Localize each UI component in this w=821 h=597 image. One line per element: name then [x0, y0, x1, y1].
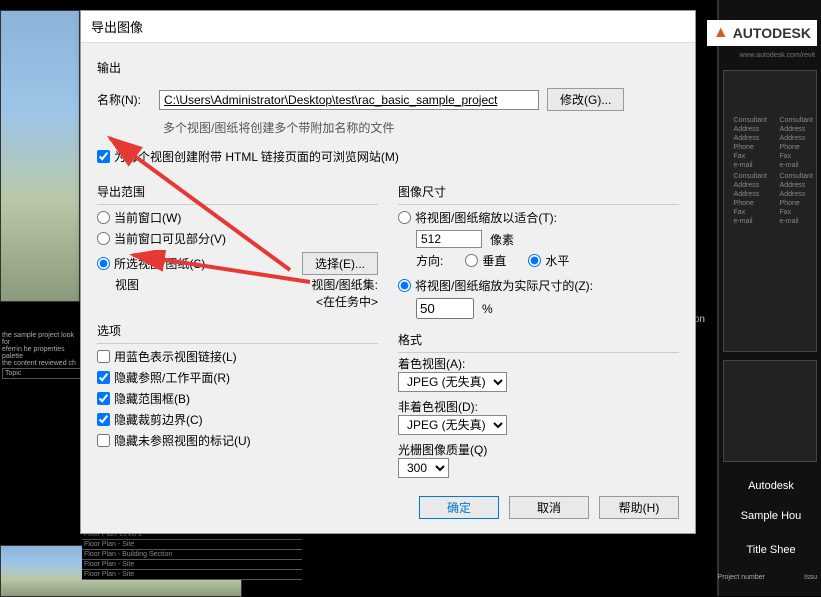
opt-scope-check[interactable]	[97, 392, 110, 405]
table-row: Floor Plan - Building Section	[82, 550, 302, 560]
range-visible-radio[interactable]	[97, 232, 110, 245]
select-button[interactable]: 选择(E)...	[302, 252, 378, 275]
consultant-4: ConsultantAddressAddressPhoneFaxe-mail	[780, 172, 813, 227]
help-button[interactable]: 帮助(H)	[599, 496, 679, 519]
brand-label: Autodesk	[725, 480, 817, 492]
shaded-label: 着色视图(A):	[398, 355, 679, 372]
viewset-value: <在任务中>	[311, 293, 378, 310]
opt-ref-check[interactable]	[97, 371, 110, 384]
size-actual-radio[interactable]	[398, 279, 411, 292]
topic-label: Topic	[2, 368, 84, 379]
zoom-input[interactable]	[416, 298, 474, 319]
modify-button[interactable]: 修改(G)...	[547, 88, 624, 111]
project-number: Project number	[718, 574, 765, 581]
nonshaded-label: 非着色视图(D):	[398, 398, 679, 415]
opt-crop-check[interactable]	[97, 413, 110, 426]
bg-thumb-left	[0, 10, 80, 302]
format-title: 格式	[398, 331, 679, 348]
dir-v-radio[interactable]	[465, 254, 478, 267]
consultant-3: ConsultantAddressAddressPhoneFaxe-mail	[734, 172, 767, 227]
range-selected-radio[interactable]	[97, 257, 110, 270]
range-title: 导出范围	[97, 183, 378, 200]
size-title: 图像尺寸	[398, 183, 679, 200]
consultant-1: ConsultantAddressAddressPhoneFaxe-mail	[734, 116, 767, 171]
autodesk-logo: ▲AUTODESK	[707, 20, 817, 46]
sample-text-1: the sample project look for eferrin he p…	[2, 332, 78, 367]
autodesk-url: www.autodesk.com/revit	[740, 52, 815, 59]
viewset-label: 视图/图纸集:	[311, 276, 378, 293]
table-row: Floor Plan - Site	[82, 570, 302, 580]
size-fit-radio[interactable]	[398, 211, 411, 224]
dialog-title: 导出图像	[81, 11, 695, 43]
shaded-select[interactable]: JPEG (无失真)	[398, 372, 507, 392]
ok-button[interactable]: 确定	[419, 496, 499, 519]
output-section: 输出	[97, 59, 679, 76]
sample-label: Sample Hou	[725, 510, 817, 522]
direction-label: 方向:	[416, 252, 443, 269]
pixel-input[interactable]	[416, 230, 482, 248]
opt-blue-check[interactable]	[97, 350, 110, 363]
export-dialog: 导出图像 输出 名称(N): 修改(G)... 多个视图/图纸将创建多个带附加名…	[80, 10, 696, 534]
table-row: Floor Plan - Site	[82, 540, 302, 550]
nonshaded-select[interactable]: JPEG (无失真)	[398, 415, 507, 435]
name-label: 名称(N):	[97, 91, 151, 108]
quality-label: 光栅图像质量(Q)	[398, 441, 679, 458]
opt-unref-check[interactable]	[97, 434, 110, 447]
path-note: 多个视图/图纸将创建多个带附加名称的文件	[163, 119, 394, 136]
issue-label: Issu	[804, 574, 817, 581]
preview-block-2	[723, 360, 817, 462]
html-checkbox[interactable]	[97, 150, 110, 163]
cancel-button[interactable]: 取消	[509, 496, 589, 519]
title-sheet-label: Title Shee	[725, 544, 817, 556]
dir-h-radio[interactable]	[528, 254, 541, 267]
quality-select[interactable]: 300	[398, 458, 449, 478]
consultant-2: ConsultantAddressAddressPhoneFaxe-mail	[780, 116, 813, 171]
options-title: 选项	[97, 322, 378, 339]
range-window-radio[interactable]	[97, 211, 110, 224]
html-checkbox-label: 为每个视图创建附带 HTML 链接页面的可浏览网站(M)	[114, 148, 399, 165]
table-row: Floor Plan - Site	[82, 560, 302, 570]
path-input[interactable]	[159, 90, 539, 110]
view-label: 视图	[115, 276, 139, 293]
